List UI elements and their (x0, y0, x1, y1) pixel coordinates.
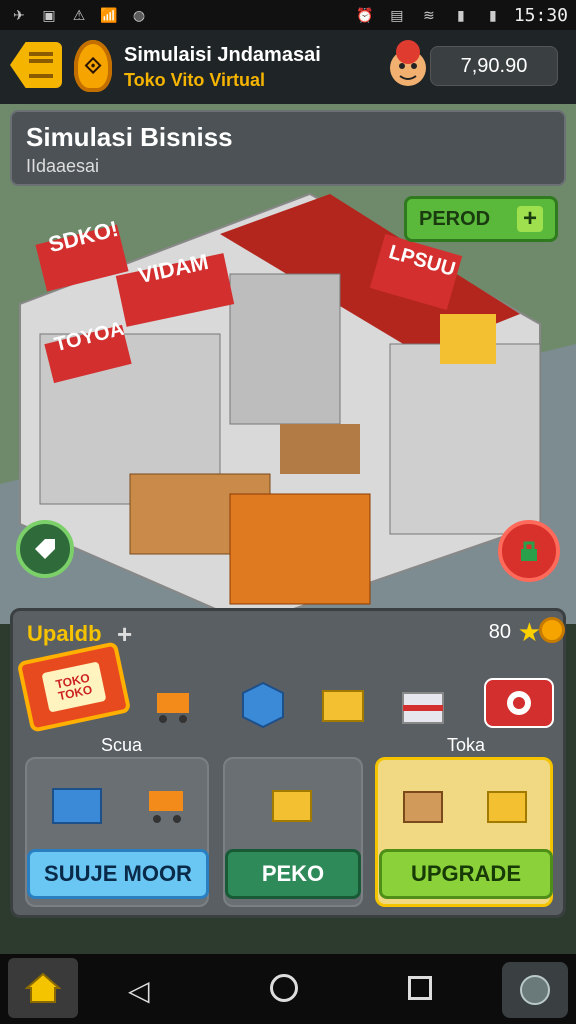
home-button[interactable] (8, 958, 78, 1018)
alarm-icon: ⏰ (356, 6, 374, 23)
upgrade-button[interactable]: UPGRADE (379, 849, 553, 899)
business-subtitle: IIdaaesai (26, 156, 100, 176)
status-icons-right: ⏰ ▤ ≋ ▮ ▮ 15:30 (354, 4, 568, 26)
yellow-box-icon[interactable] (315, 677, 371, 733)
signal-icon: 📶 (100, 6, 118, 23)
cellular-icon: ▮ (456, 6, 465, 23)
camera-icon[interactable] (481, 673, 557, 733)
left-action-button[interactable] (16, 520, 74, 578)
notification-icon: ✈ (13, 6, 25, 23)
business-card: Simulasi Bisniss IIdaaesai (10, 110, 566, 186)
business-title: Simulasi Bisniss (26, 122, 233, 152)
star-count: 80 (488, 621, 511, 643)
menu-icon (29, 52, 53, 78)
period-button[interactable]: PEROD + (404, 196, 558, 242)
bottom-nav: ◁ (0, 954, 576, 1024)
yellow-box-icon (487, 791, 527, 823)
battery-icon: ▮ (488, 6, 497, 23)
wifi-icon: ≋ (422, 6, 435, 23)
mascot-icon (390, 40, 426, 86)
star-icon: ★ (517, 617, 541, 647)
cardboard-box-icon (403, 791, 443, 823)
nfc-icon: ▤ (390, 6, 404, 23)
status-icons-left: ✈ ▣ ⚠ 📶 ◍ (8, 4, 150, 26)
home-circle-icon[interactable] (270, 974, 298, 1002)
status-bar: ✈ ▣ ⚠ 📶 ◍ ⏰ ▤ ≋ ▮ ▮ 15:30 (0, 0, 576, 30)
coin-balance: 7,90.90 (430, 46, 558, 86)
buy-button[interactable]: SUUJE MOOR (27, 849, 209, 899)
right-action-button[interactable] (498, 520, 560, 582)
extra-button[interactable] (502, 962, 568, 1018)
image-icon: ▣ (42, 6, 56, 23)
period-button-label: PEROD (419, 207, 491, 230)
item-label-left: Scua (101, 735, 143, 755)
back-icon[interactable]: ◁ (128, 974, 150, 1007)
recent-apps-icon[interactable] (408, 976, 432, 1000)
app-title: Simulaisi Jndamasai (124, 44, 321, 66)
shopping-cart-icon[interactable] (145, 677, 201, 733)
badge-icon (520, 975, 550, 1005)
tag-icon (35, 539, 55, 559)
house-icon (25, 972, 61, 1003)
add-icon[interactable]: + (117, 619, 132, 650)
panel-title: Upaldb (27, 621, 102, 646)
peko-button[interactable]: PEKO (225, 849, 361, 899)
gift-box-icon[interactable] (395, 679, 451, 735)
yellow-box-icon (272, 790, 312, 822)
app-logo-icon: ⟐ (74, 40, 112, 92)
settings-gear-icon[interactable] (539, 617, 565, 643)
upgrade-panel: Upaldb + 80 ★ TOKO TOKO Scua Toka SUUJE … (10, 608, 566, 918)
item-label-right: Toka (447, 735, 486, 755)
lock-icon (521, 541, 537, 561)
menu-button[interactable] (10, 42, 62, 88)
plus-icon: + (517, 205, 543, 232)
shield-icon: ◍ (132, 6, 146, 23)
warning-icon: ⚠ (72, 6, 86, 23)
app-subtitle: Toko Vito Virtual (124, 70, 266, 90)
blue-box-icon[interactable] (235, 675, 291, 731)
shopping-cart-icon (149, 791, 183, 823)
status-time: 15:30 (513, 4, 568, 26)
blue-box-icon (52, 788, 102, 824)
top-bar: ⟐ Simulaisi Jndamasai Toko Vito Virtual … (0, 30, 576, 106)
